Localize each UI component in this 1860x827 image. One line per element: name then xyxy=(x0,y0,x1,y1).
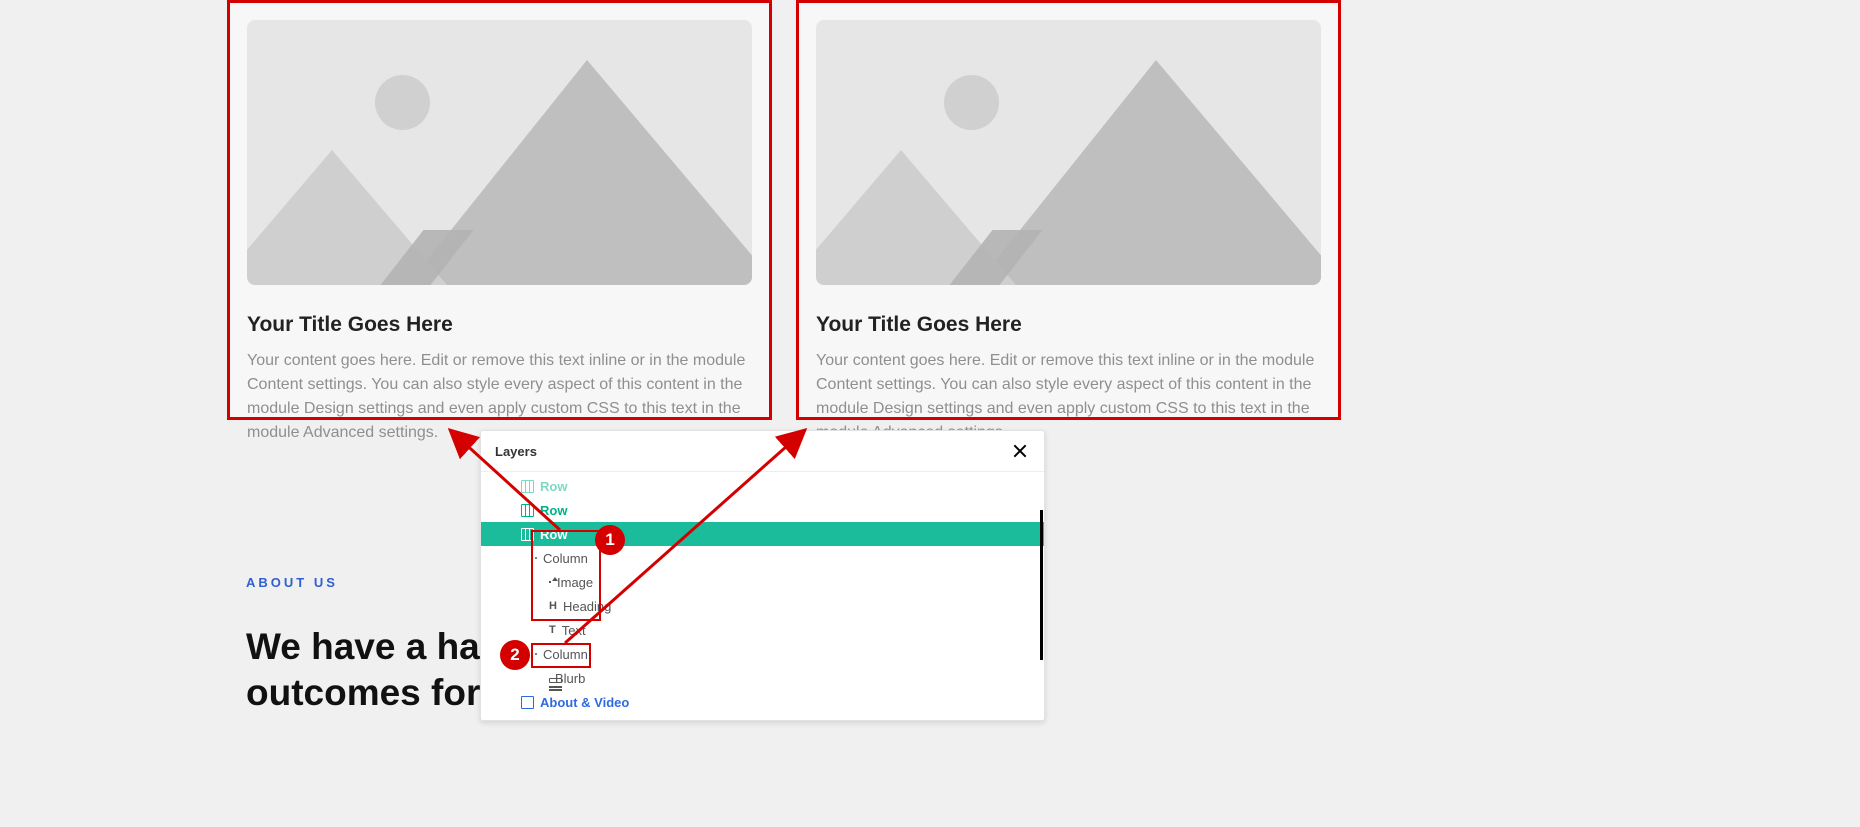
column-icon xyxy=(535,557,537,559)
layer-label: Row xyxy=(540,479,567,494)
row-icon xyxy=(521,528,534,541)
layers-panel[interactable]: Layers Row Row Row Column Image H Headin… xyxy=(480,430,1045,721)
layers-list[interactable]: Row Row Row Column Image H Heading T Tex… xyxy=(481,472,1044,720)
layer-label: About & Video xyxy=(540,695,629,710)
layer-blurb[interactable]: Blurb xyxy=(481,666,1044,690)
row-icon xyxy=(521,480,534,493)
layer-column[interactable]: Column xyxy=(481,642,1044,666)
blurb-card-right[interactable]: Your Title Goes Here Your content goes h… xyxy=(796,0,1341,420)
annotation-badge-2: 2 xyxy=(500,640,530,670)
heading-icon: H xyxy=(549,600,557,613)
layer-row-selected[interactable]: Row xyxy=(481,522,1044,546)
row-icon xyxy=(521,504,534,517)
image-icon xyxy=(549,581,551,583)
layer-label: Column xyxy=(543,647,588,662)
layer-label: Text xyxy=(562,623,586,638)
close-icon[interactable] xyxy=(1010,441,1030,461)
layer-row[interactable]: Row xyxy=(481,498,1044,522)
layer-row[interactable]: Row xyxy=(481,474,1044,498)
layer-text[interactable]: T Text xyxy=(481,618,1044,642)
layer-label: Column xyxy=(543,551,588,566)
image-placeholder[interactable] xyxy=(247,20,752,285)
card-title[interactable]: Your Title Goes Here xyxy=(247,313,752,337)
column-icon xyxy=(535,653,537,655)
layer-label: Row xyxy=(540,503,567,518)
image-placeholder[interactable] xyxy=(816,20,1321,285)
layer-image[interactable]: Image xyxy=(481,570,1044,594)
annotation-badge-1: 1 xyxy=(595,525,625,555)
blurb-card-left[interactable]: Your Title Goes Here Your content goes h… xyxy=(227,0,772,420)
layer-column[interactable]: Column xyxy=(481,546,1044,570)
layer-label: Row xyxy=(540,527,567,542)
layer-label: Image xyxy=(557,575,593,590)
scrollbar[interactable] xyxy=(1040,510,1043,660)
layers-panel-header: Layers xyxy=(481,431,1044,472)
section-icon xyxy=(521,696,534,709)
layer-label: Heading xyxy=(563,599,611,614)
card-title[interactable]: Your Title Goes Here xyxy=(816,313,1321,337)
text-icon: T xyxy=(549,624,556,637)
layer-heading[interactable]: H Heading xyxy=(481,594,1044,618)
layers-panel-title: Layers xyxy=(495,444,537,459)
layer-section[interactable]: About & Video xyxy=(481,690,1044,714)
